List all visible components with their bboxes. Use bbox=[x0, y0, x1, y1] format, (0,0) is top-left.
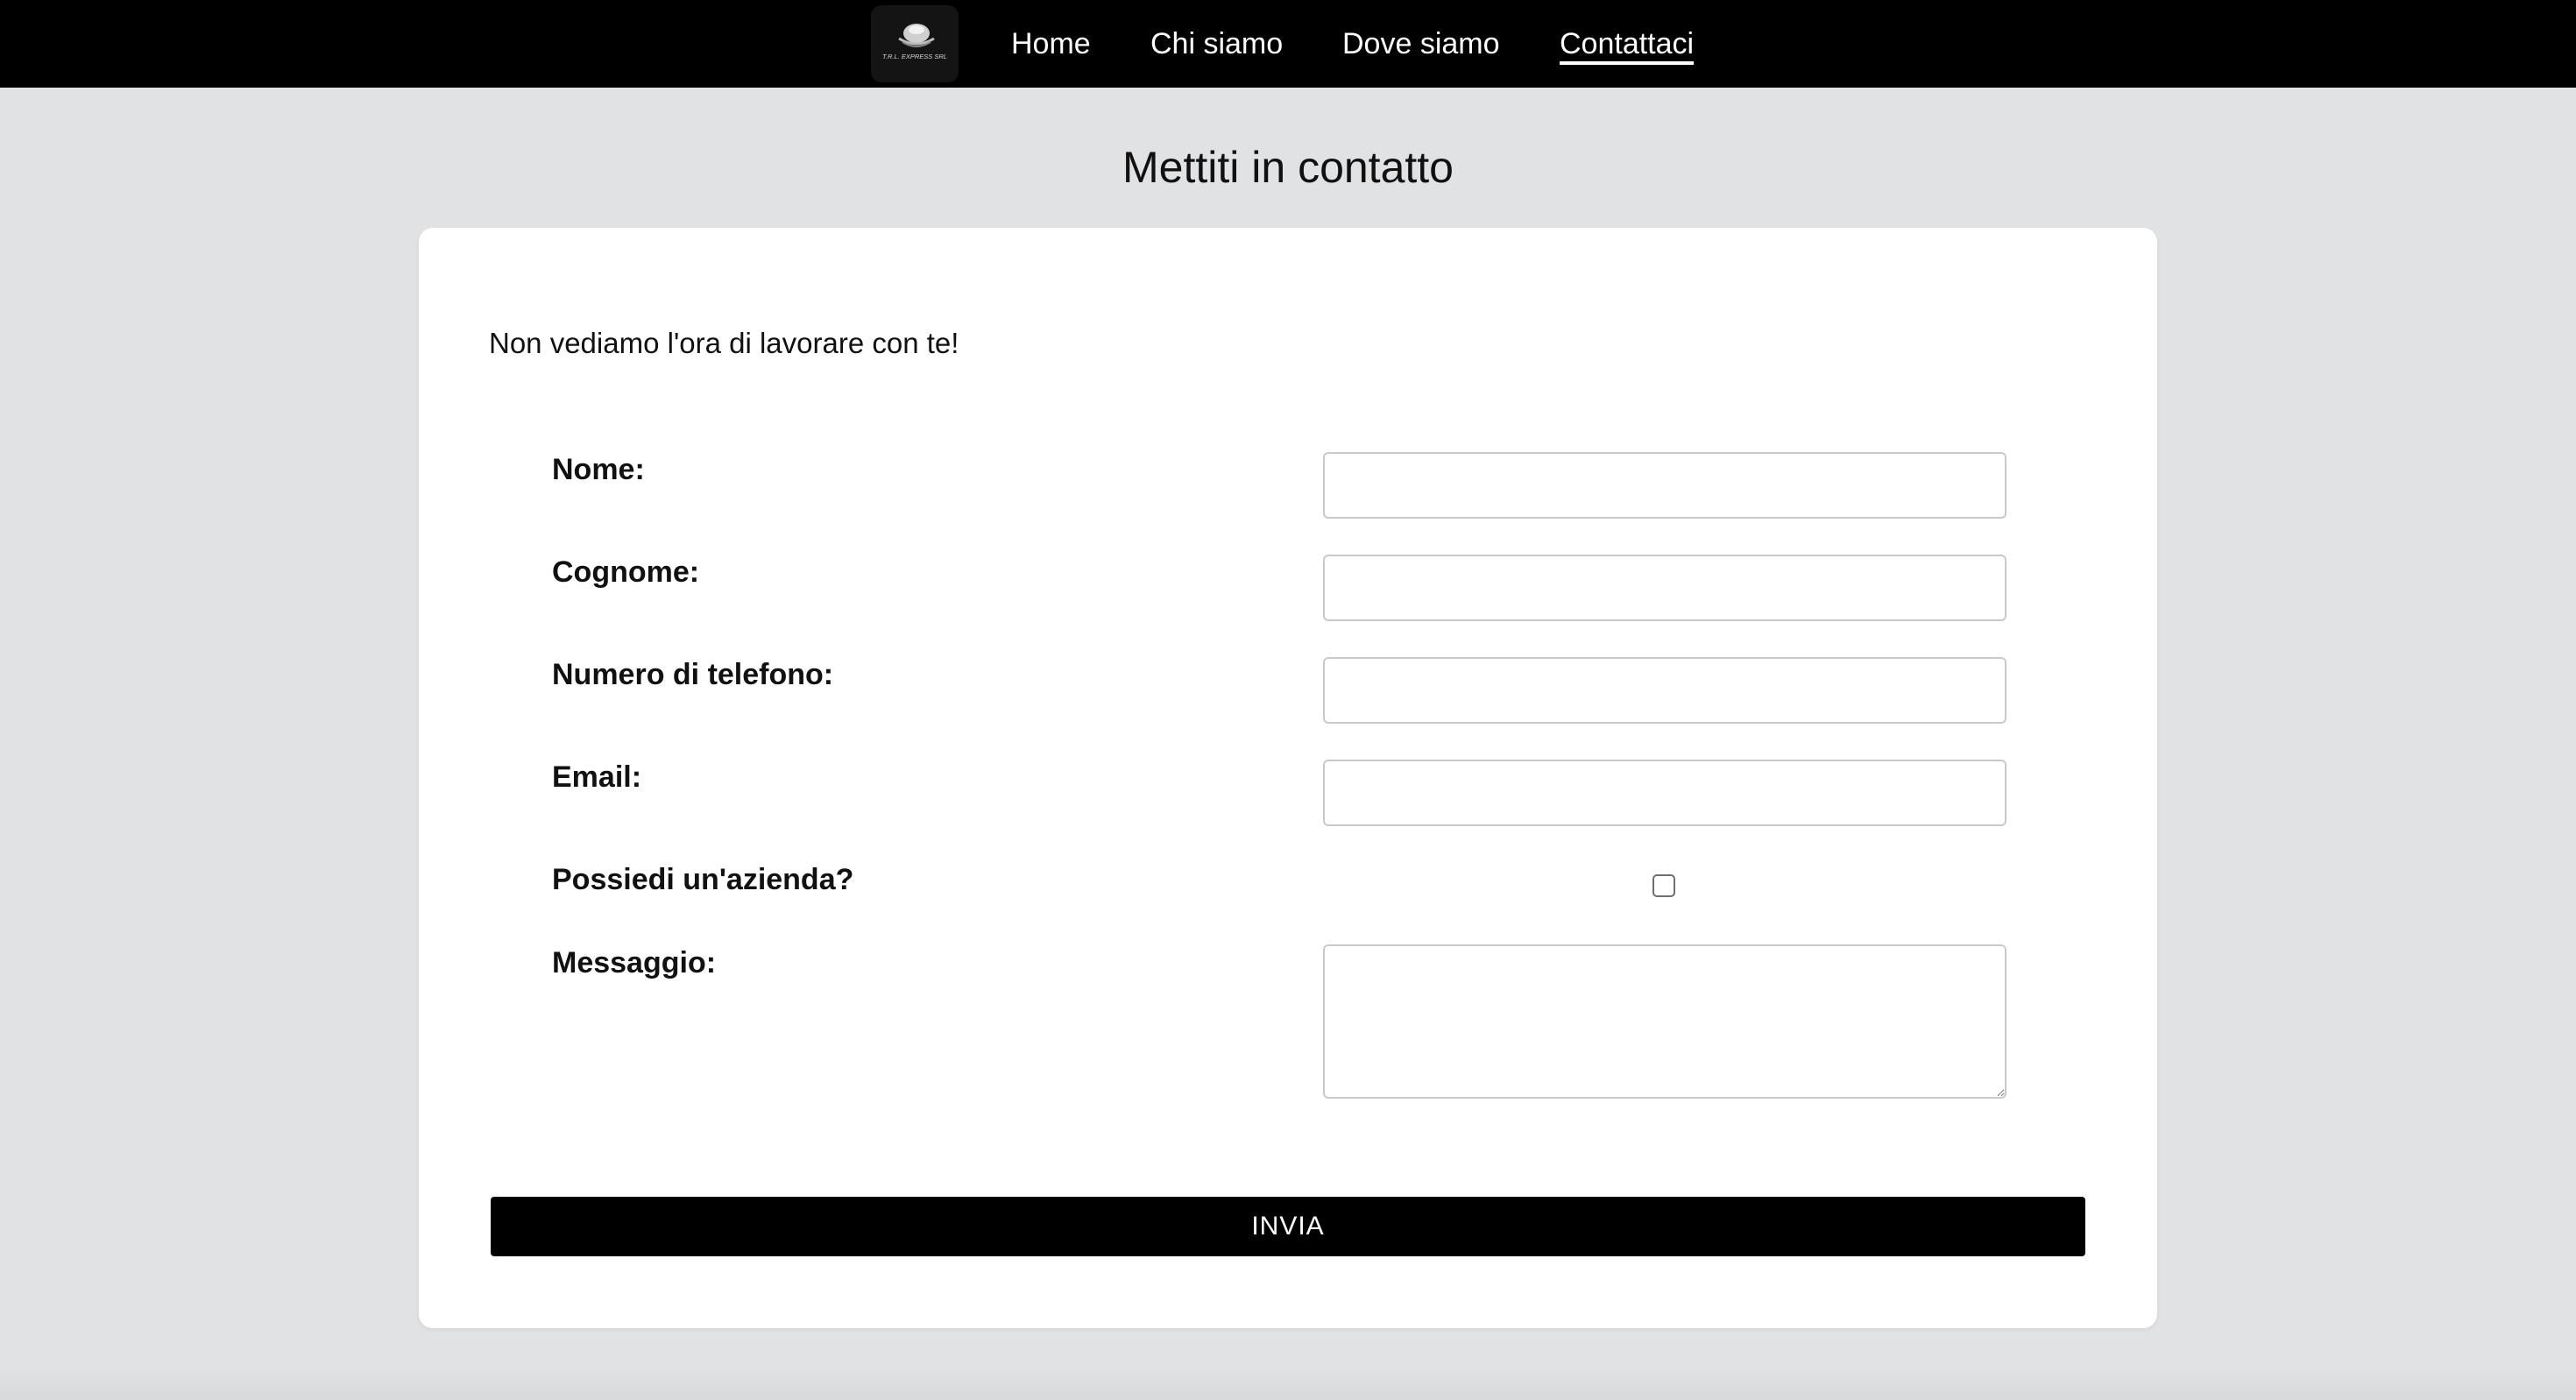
email-input[interactable] bbox=[1323, 760, 2006, 826]
messaggio-textarea[interactable] bbox=[1323, 944, 2006, 1099]
cognome-label: Cognome: bbox=[552, 555, 700, 589]
nav-link-chi-siamo[interactable]: Chi siamo bbox=[1150, 23, 1283, 65]
email-label: Email: bbox=[552, 760, 642, 794]
nome-input[interactable] bbox=[1323, 452, 2006, 519]
nav-link-home[interactable]: Home bbox=[1011, 23, 1091, 65]
invia-button[interactable]: INVIA bbox=[491, 1197, 2085, 1256]
logo-emblem-icon: T.R.L. EXPRESS SRL bbox=[882, 24, 947, 60]
nav-link-dove-siamo[interactable]: Dove siamo bbox=[1342, 23, 1500, 65]
page-bottom-edge bbox=[0, 1367, 2576, 1400]
logo-text: T.R.L. EXPRESS SRL bbox=[882, 53, 947, 60]
page-title: Mettiti in contatto bbox=[1122, 143, 1454, 192]
telefono-input[interactable] bbox=[1323, 657, 2006, 724]
azienda-checkbox[interactable] bbox=[1652, 874, 1675, 897]
nav-link-contattaci[interactable]: Contattaci bbox=[1560, 23, 1694, 65]
top-navbar: T.R.L. EXPRESS SRL Home Chi siamo Dove s… bbox=[0, 0, 2576, 88]
azienda-label: Possiedi un'azienda? bbox=[552, 863, 854, 896]
messaggio-label: Messaggio: bbox=[552, 946, 717, 979]
intro-text: Non vediamo l'ora di lavorare con te! bbox=[489, 327, 959, 359]
nome-label: Nome: bbox=[552, 453, 645, 486]
company-logo[interactable]: T.R.L. EXPRESS SRL bbox=[871, 5, 959, 82]
cognome-input[interactable] bbox=[1323, 555, 2006, 621]
telefono-label: Numero di telefono: bbox=[552, 658, 834, 691]
